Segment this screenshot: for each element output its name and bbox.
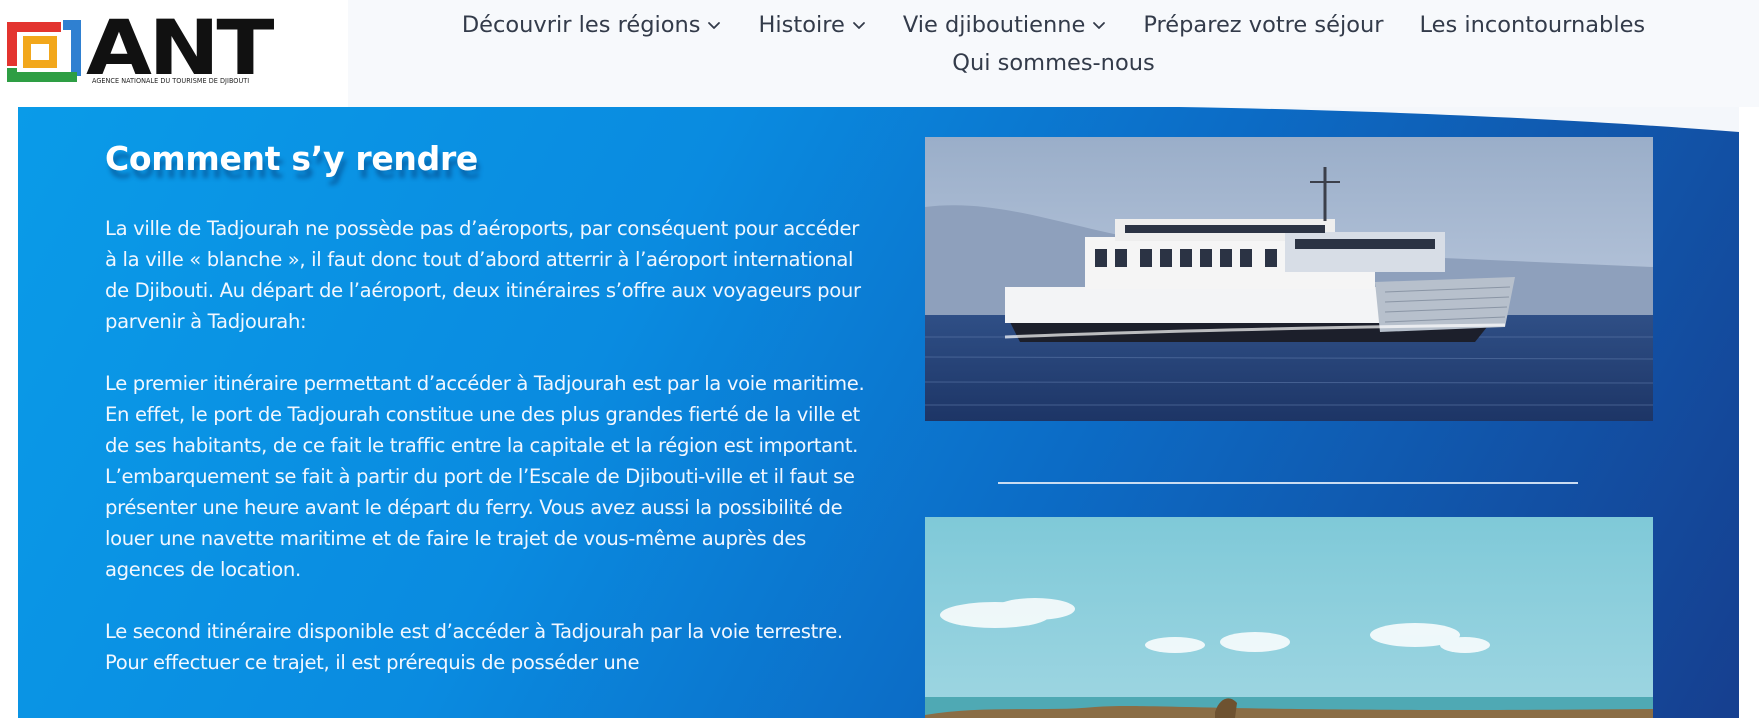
paragraph-land-route: Le second itinéraire disponible est d’ac… [105, 620, 843, 674]
main-navigation: Découvrir les régions Histoire Vie djibout… [348, 0, 1759, 107]
nav-item-qui-sommes-nous[interactable]: Qui sommes-nous [934, 50, 1172, 76]
nav-item-decouvrir-les-regions[interactable]: Découvrir les régions [444, 12, 741, 38]
nav-item-label: Découvrir les régions [461, 12, 701, 38]
nav-row-primary: Découvrir les régions Histoire Vie djibout… [348, 12, 1759, 38]
paragraph-sea-route: Le premier itinéraire permettant d’accéd… [105, 372, 865, 581]
chevron-down-icon [706, 17, 722, 33]
nav-item-vie-djiboutienne[interactable]: Vie djiboutienne [885, 12, 1126, 38]
how-to-get-there-section: Comment s’y rendre La ville de Tadjourah… [18, 107, 1739, 718]
nav-item-label: Histoire [758, 12, 845, 38]
nav-item-label: Qui sommes-nous [952, 50, 1155, 76]
nav-item-les-incontournables[interactable]: Les incontournables [1402, 12, 1664, 38]
logo-brand-text: ANT [86, 3, 274, 92]
nav-item-label: Vie djiboutienne [902, 12, 1086, 38]
section-title: Comment s’y rendre [105, 139, 479, 178]
ant-logo[interactable]: ANT AGENCE NATIONALE DU TOURISME DE DJIB… [0, 0, 348, 107]
decorative-wave [1179, 107, 1739, 132]
image-divider [998, 482, 1578, 484]
nav-item-label: Les incontournables [1419, 12, 1646, 38]
nav-item-preparez-votre-sejour[interactable]: Préparez votre séjour [1125, 12, 1401, 38]
paragraph-intro: La ville de Tadjourah ne possède pas d’a… [105, 217, 861, 333]
nav-item-histoire[interactable]: Histoire [740, 12, 884, 38]
chevron-down-icon [851, 17, 867, 33]
logo-mark-icon [7, 20, 81, 82]
site-header: ANT AGENCE NATIONALE DU TOURISME DE DJIB… [0, 0, 1759, 107]
nav-item-label: Préparez votre séjour [1143, 12, 1384, 38]
text-column: La ville de Tadjourah ne possède pas d’a… [105, 213, 875, 709]
logo-subtitle: AGENCE NATIONALE DU TOURISME DE DJIBOUTI [92, 76, 250, 85]
ferry-image [925, 137, 1653, 421]
chevron-down-icon [1091, 17, 1107, 33]
nav-row-secondary: Qui sommes-nous [348, 50, 1759, 76]
landscape-image [925, 517, 1653, 718]
